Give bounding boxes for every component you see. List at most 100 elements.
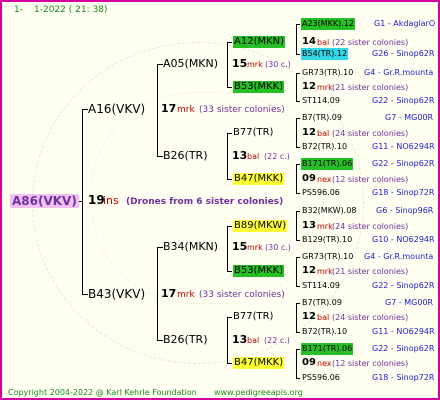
- connector-line: [227, 363, 232, 364]
- gen2-number: 13: [232, 333, 248, 346]
- gen4-ref: G1 - AkdaglarO: [374, 19, 436, 28]
- connector-line: [296, 54, 300, 55]
- gen4-queen[interactable]: B129(TR).10: [302, 234, 352, 246]
- gen3-suffix: bal: [317, 313, 330, 322]
- connector-line: [296, 240, 300, 241]
- connector-line: [227, 271, 232, 272]
- connector-line: [227, 226, 228, 271]
- gen2-number: 15: [232, 240, 248, 253]
- connector-line: [296, 24, 300, 25]
- gen4-ref: G4 - Gr.R.mounta: [364, 252, 434, 261]
- pedigree-canvas: 1- 1-2022 ( 21: 38) A86(VKV) 19 ins (Dro…: [0, 0, 440, 400]
- gen2-note: (30 c.): [265, 243, 291, 252]
- gen4-queen[interactable]: B32(MKW).08: [302, 205, 356, 217]
- gen3-queen[interactable]: B89(MKW): [233, 220, 288, 232]
- gen3-suffix: nex: [317, 359, 332, 368]
- connector-line: [296, 118, 297, 147]
- gen2-note: (22 c.): [264, 152, 290, 161]
- gen4-queen[interactable]: GR73(TR).10: [302, 251, 353, 263]
- header-number: 1-: [14, 5, 23, 15]
- connector-line: [296, 164, 300, 165]
- connector-line: [227, 317, 228, 363]
- gen2-queen[interactable]: B34(MKN): [163, 241, 218, 253]
- gen4-queen[interactable]: A23(MKK).12: [301, 18, 356, 30]
- gen3-queen[interactable]: B53(MKK): [233, 81, 285, 93]
- connector-line: [296, 286, 300, 287]
- connector-line: [296, 349, 297, 378]
- connector-line: [296, 303, 300, 304]
- gen4-ref: G7 - MG00R: [385, 298, 434, 307]
- connector-line: [296, 164, 297, 193]
- gen2-queen[interactable]: B26(TR): [163, 150, 208, 162]
- connector-line: [296, 257, 297, 286]
- gen4-ref: G18 - Sinop72R: [372, 373, 435, 382]
- gen4-queen[interactable]: B54(TR).12: [301, 48, 349, 60]
- connector-line: [296, 349, 300, 350]
- root-gen-suffix: ins: [103, 194, 119, 207]
- gen4-queen[interactable]: ST114.09: [302, 95, 340, 107]
- connector-line: [227, 133, 228, 179]
- gen2-queen[interactable]: B26(TR): [163, 334, 208, 346]
- gen1-suffix: mrk: [177, 290, 195, 300]
- gen1-queen[interactable]: B43(VKV): [88, 288, 145, 300]
- gen3-note: (21 sister colonies): [332, 267, 409, 276]
- gen4-ref: G22 - Sinop62R: [372, 96, 435, 105]
- gen4-ref: G6 - Sinop96R: [376, 206, 434, 215]
- gen4-queen[interactable]: B7(TR).09: [302, 112, 342, 124]
- gen1-queen[interactable]: A16(VKV): [88, 103, 145, 115]
- gen4-ref: G22 - Sinop62R: [372, 344, 435, 353]
- gen4-queen[interactable]: GR73(TR).10: [302, 67, 353, 79]
- gen3-note: (21 sister colonies): [332, 83, 409, 92]
- gen4-ref: G10 - NO6294R: [372, 235, 435, 244]
- gen3-number: 12: [302, 127, 316, 138]
- gen4-ref: G22 - Sinop62R: [372, 281, 435, 290]
- gen4-queen[interactable]: PS596.06: [302, 187, 340, 199]
- connector-line: [227, 179, 232, 180]
- gen3-suffix: bal: [317, 129, 330, 138]
- gen3-queen[interactable]: B77(TR): [233, 311, 273, 323]
- connector-line: [227, 133, 232, 134]
- gen1-suffix: mrk: [177, 105, 195, 115]
- connector-line: [227, 87, 232, 88]
- gen4-queen[interactable]: ST114.09: [302, 280, 340, 292]
- connector-line: [157, 64, 158, 156]
- connector-line: [296, 211, 300, 212]
- connector-line: [157, 247, 158, 340]
- footer-copyright: Copyright 2004-2022 @ Karl Kehrle Founda…: [8, 388, 197, 397]
- gen4-queen[interactable]: B72(TR).10: [302, 141, 347, 153]
- connector-line: [227, 42, 228, 87]
- gen3-note: (24 sister colonies): [332, 129, 409, 138]
- connector-line: [82, 109, 83, 294]
- connector-line: [296, 118, 300, 119]
- root-queen[interactable]: A86(VKV): [10, 194, 79, 208]
- gen4-queen[interactable]: B7(TR).09: [302, 297, 342, 309]
- gen4-queen[interactable]: B171(TR).06: [301, 158, 354, 170]
- gen4-queen[interactable]: PS596.06: [302, 372, 340, 384]
- gen4-ref: G4 - Gr.R.mounta: [364, 68, 434, 77]
- gen3-suffix: mrk: [317, 83, 333, 92]
- gen3-number: 12: [302, 265, 316, 276]
- gen1-number: 17: [161, 102, 177, 115]
- connector-line: [296, 378, 300, 379]
- gen4-ref: G11 - NO6294R: [372, 327, 435, 336]
- connector-line: [227, 226, 232, 227]
- gen1-note: (33 sister colonies): [199, 105, 285, 115]
- gen4-queen[interactable]: B72(TR).10: [302, 326, 347, 338]
- connector-line: [227, 42, 232, 43]
- gen3-queen[interactable]: B47(MKK): [233, 173, 285, 185]
- connector-line: [296, 73, 300, 74]
- footer-url[interactable]: www.pedigreeapis.org: [214, 387, 303, 398]
- gen4-ref: G26 - Sinop62R: [372, 49, 435, 58]
- root-note: (Drones from 6 sister colonies): [126, 197, 284, 207]
- gen4-ref: G18 - Sinop72R: [372, 188, 435, 197]
- gen3-number: 14: [302, 36, 316, 47]
- gen3-queen[interactable]: A12(MKN): [233, 36, 286, 48]
- gen3-queen[interactable]: B53(MKK): [233, 265, 285, 277]
- connector-line: [296, 101, 300, 102]
- gen4-queen[interactable]: B171(TR).06: [301, 343, 354, 355]
- gen2-queen[interactable]: A05(MKN): [163, 58, 218, 70]
- connector-line: [296, 73, 297, 101]
- gen3-queen[interactable]: B47(MKK): [233, 357, 285, 369]
- connector-line: [227, 317, 232, 318]
- gen3-queen[interactable]: B77(TR): [233, 127, 273, 139]
